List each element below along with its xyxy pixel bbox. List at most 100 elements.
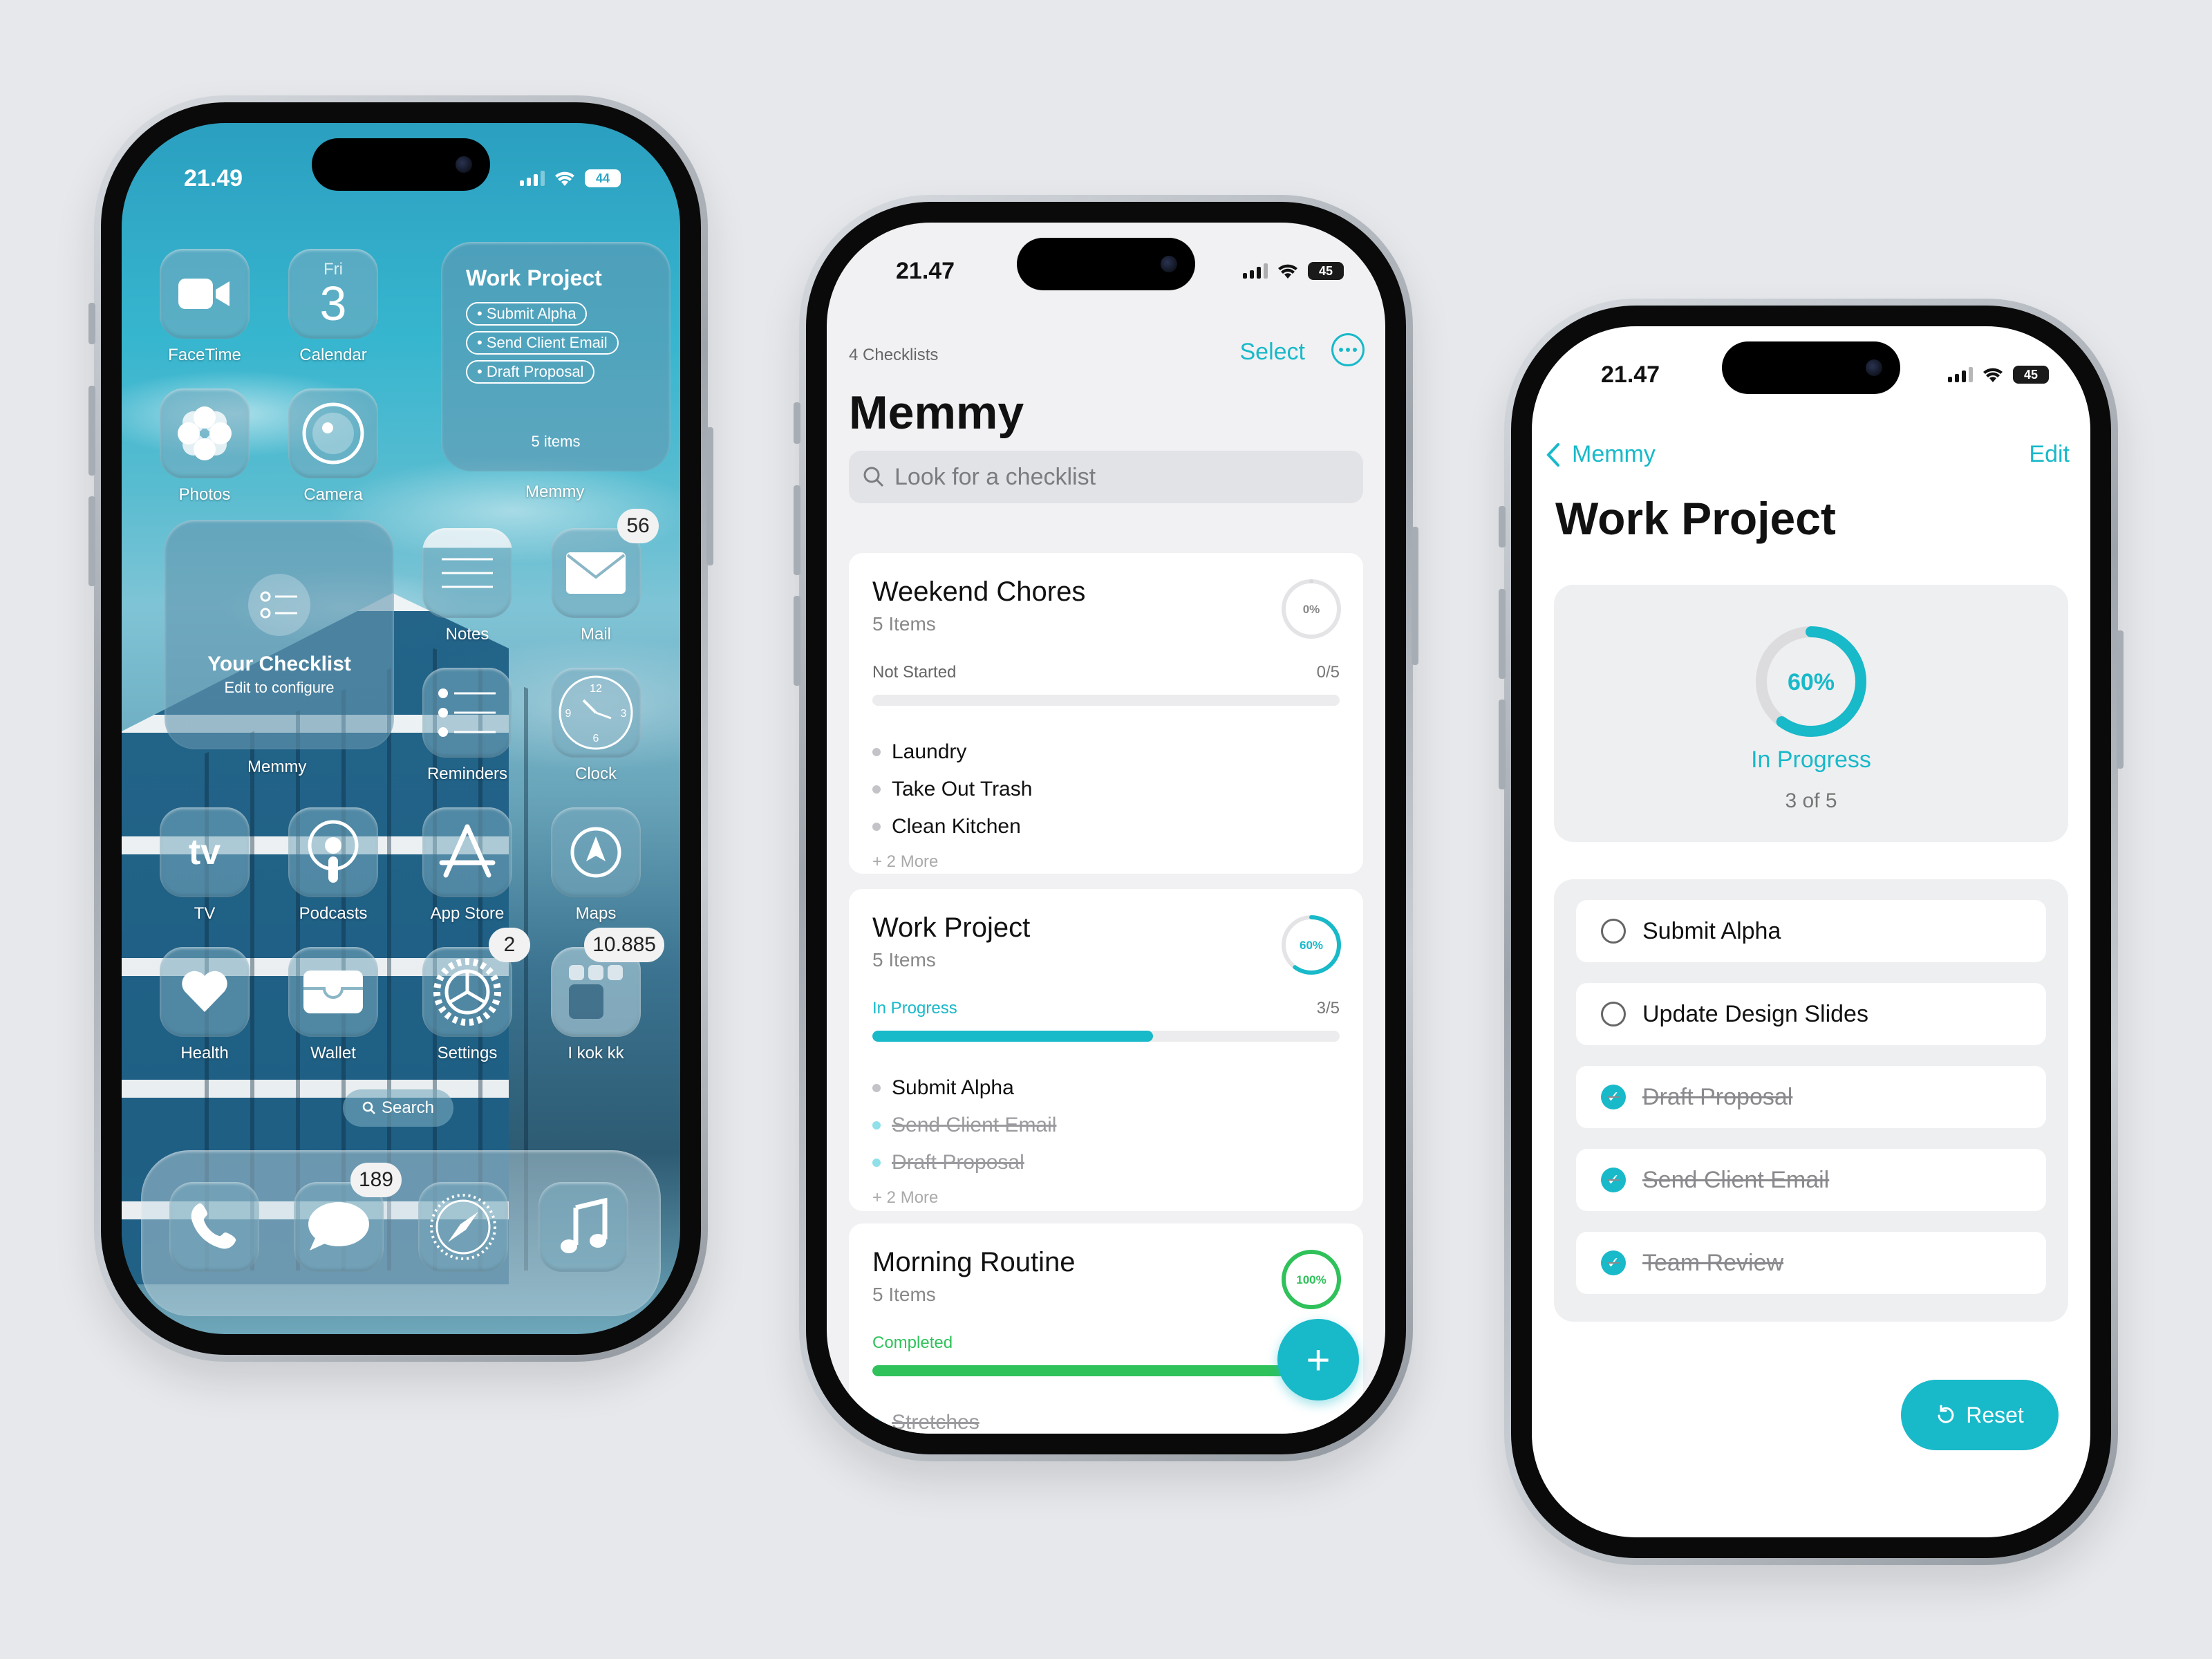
progress-percent: 60% (1788, 669, 1835, 695)
task-label: Draft Proposal (1642, 1083, 1793, 1110)
battery-indicator: 44 (585, 169, 621, 187)
card-status: Not Started (872, 663, 957, 682)
phone-checklist-detail: 21.47 45 Memmy Edit Work Project 60% In … (1499, 299, 2124, 1565)
battery-indicator: 45 (2013, 366, 2049, 384)
list-screen: 21.47 45 4 Checklists Select Memmy Look … (827, 223, 1385, 1434)
app-safari[interactable] (416, 1182, 510, 1272)
app-mail[interactable]: 56 Mail (549, 509, 659, 644)
more-items-label: + 2 More (872, 1188, 939, 1207)
edit-button[interactable]: Edit (2029, 441, 2070, 468)
card-ratio: 3/5 (1316, 999, 1340, 1018)
checklist-card[interactable]: Weekend Chores 5 Items 0% Not Started 0/5 Lau… (849, 553, 1363, 874)
app-reminders[interactable]: Reminders (420, 668, 514, 784)
folder-icon: 10.885 (551, 928, 664, 1037)
clock-icon: 12 3 6 9 (551, 668, 641, 758)
app-settings[interactable]: 2 Settings (420, 928, 530, 1063)
status-bar: 21.49 44 (122, 151, 680, 206)
widget-work-project[interactable]: Work Project • Submit Alpha • Send Clien… (441, 242, 671, 471)
widget-your-checklist[interactable]: Your Checklist Edit to configure (165, 520, 394, 749)
card-status: Completed (872, 1333, 953, 1352)
battery-indicator: 45 (1308, 262, 1344, 280)
phone-home-screen: 21.49 44 FaceTime Fri 3 Calendar Work Pr… (88, 95, 713, 1362)
phone-icon (169, 1182, 259, 1272)
app-label: Wallet (310, 1044, 356, 1062)
task-preview-item: Draft Proposal (872, 1144, 1340, 1181)
back-button[interactable]: Memmy (1546, 441, 1656, 468)
app-calendar[interactable]: Fri 3 Calendar (286, 249, 380, 365)
widget-label: Memmy (525, 482, 585, 501)
mail-badge: 56 (617, 509, 659, 543)
flower-icon (160, 388, 250, 478)
gear-icon: 2 (422, 928, 530, 1037)
progress-percent: 60% (1300, 939, 1323, 952)
card-status: In Progress (872, 999, 957, 1018)
widget-label: Memmy (247, 758, 307, 776)
more-options-icon[interactable] (1331, 333, 1365, 366)
reset-button[interactable]: Reset (1901, 1380, 2059, 1450)
progress-bar (872, 1365, 1340, 1376)
empty-checkbox-icon[interactable] (1601, 1002, 1626, 1027)
app-label: Reminders (427, 765, 508, 783)
svg-text:6: 6 (593, 733, 599, 744)
card-title: Weekend Chores (872, 577, 1086, 607)
progress-count: 3 of 5 (1785, 789, 1837, 812)
task-row[interactable]: ✓ Send Client Email (1576, 1149, 2046, 1211)
app-wallet[interactable]: Wallet (286, 947, 380, 1063)
app-messages[interactable]: 189 (292, 1163, 402, 1272)
select-button[interactable]: Select (1240, 339, 1306, 366)
status-time: 21.47 (896, 257, 955, 284)
app-facetime[interactable]: FaceTime (158, 249, 252, 365)
video-camera-icon (160, 249, 250, 339)
app-phone[interactable] (167, 1182, 261, 1272)
search-label: Search (381, 1098, 435, 1117)
messages-badge: 189 (350, 1163, 402, 1197)
signal-icon (520, 171, 545, 186)
app-folder[interactable]: 10.885 I kok kk (549, 928, 664, 1063)
widget-item-count: 5 items (531, 433, 581, 450)
app-notes[interactable]: Notes (420, 528, 514, 644)
search-placeholder: Look for a checklist (894, 463, 1096, 490)
app-clock[interactable]: 12 3 6 9 Clock (549, 668, 643, 784)
app-label: TV (194, 904, 216, 923)
task-label: Update Design Slides (1642, 1000, 1868, 1027)
app-podcasts[interactable]: Podcasts (286, 807, 380, 924)
task-row[interactable]: ✓ Team Review (1576, 1232, 2046, 1294)
app-label: Health (180, 1044, 229, 1062)
app-health[interactable]: Health (158, 947, 252, 1063)
card-item-count: 5 Items (872, 949, 936, 971)
checkmark-icon[interactable]: ✓ (1601, 1250, 1626, 1275)
widget-title: Your Checklist (207, 653, 351, 675)
progress-ring: 100% (1282, 1250, 1341, 1309)
heart-icon (160, 947, 250, 1037)
task-row[interactable]: Submit Alpha (1576, 900, 2046, 962)
empty-checkbox-icon[interactable] (1601, 919, 1626, 944)
app-music[interactable] (536, 1182, 630, 1272)
compass-icon (418, 1182, 508, 1272)
notes-icon (422, 528, 512, 618)
checkmark-icon[interactable]: ✓ (1601, 1085, 1626, 1109)
checkmark-icon[interactable]: ✓ (1601, 1168, 1626, 1192)
task-row[interactable]: ✓ Draft Proposal (1576, 1066, 2046, 1128)
app-camera[interactable]: Camera (286, 388, 380, 505)
task-label: Submit Alpha (1642, 917, 1781, 944)
task-preview-item: Laundry (872, 733, 1340, 771)
app-app-store[interactable]: App Store (420, 807, 514, 924)
card-item-count: 5 Items (872, 1284, 936, 1305)
app-label: Calendar (299, 346, 367, 364)
app-photos[interactable]: Photos (158, 388, 252, 505)
widget-task-pill: • Send Client Email (466, 331, 619, 355)
wifi-icon (555, 171, 574, 186)
signal-icon (1243, 263, 1268, 279)
checklist-card[interactable]: Morning Routine 5 Items 100% Completed Stret… (849, 1224, 1363, 1434)
add-checklist-button[interactable]: + (1277, 1319, 1359, 1400)
app-maps[interactable]: Maps (549, 807, 643, 924)
list-icon (422, 668, 512, 758)
app-tv[interactable]: tv TV (158, 807, 252, 924)
home-search-button[interactable]: Search (343, 1089, 453, 1127)
reset-icon (1938, 1405, 1954, 1423)
search-input[interactable]: Look for a checklist (849, 451, 1363, 503)
checklist-card[interactable]: Work Project 5 Items 60% In Progress 3/5 Subm… (849, 889, 1363, 1211)
search-icon (863, 467, 884, 487)
app-label: Camera (303, 485, 363, 504)
task-row[interactable]: Update Design Slides (1576, 983, 2046, 1045)
